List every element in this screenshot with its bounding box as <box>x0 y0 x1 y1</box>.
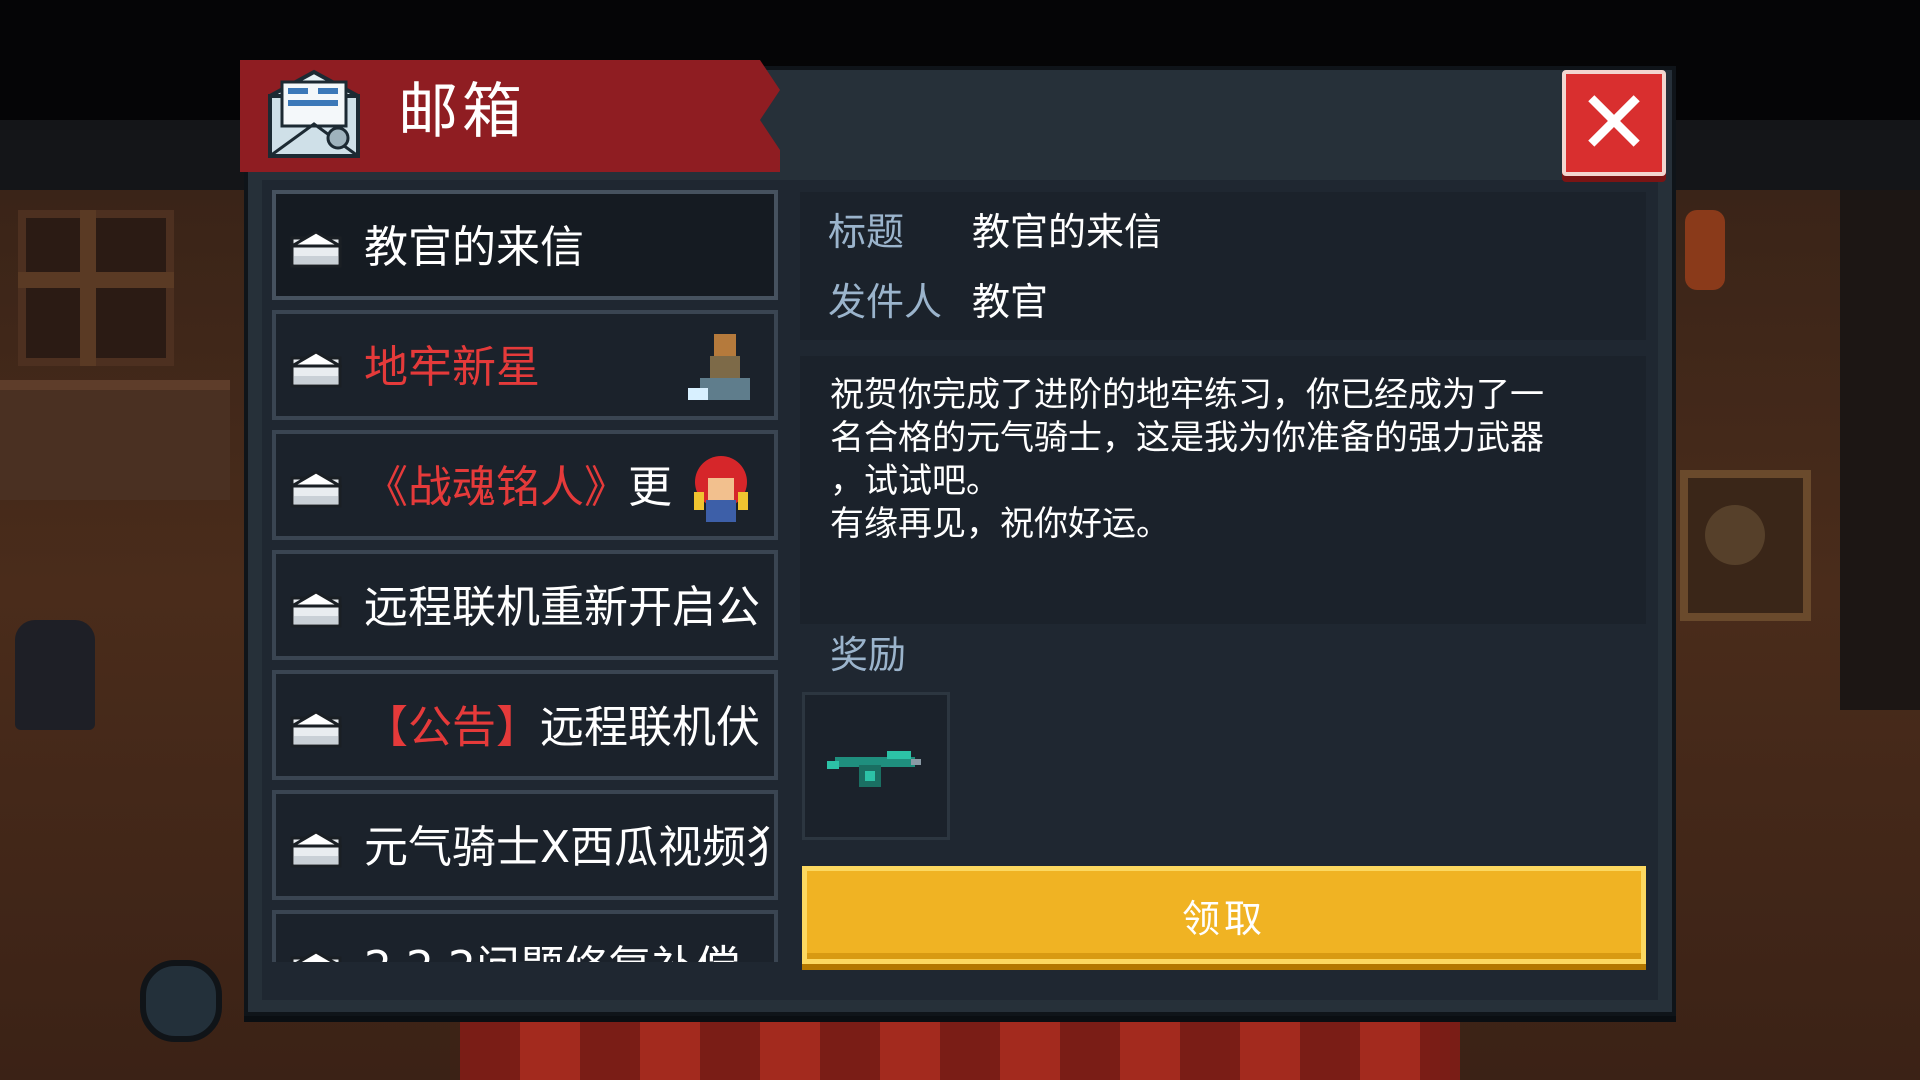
body-line: 有缘再见，祝你好运。 <box>830 504 1170 544</box>
mail-list-item-title: 元气骑士X西瓜视频犭 <box>364 818 778 878</box>
mail-title-segment: 2.2.2问题修复补偿 <box>364 942 740 962</box>
reward-slot[interactable] <box>802 692 950 840</box>
mail-title-segment: 【公告】 <box>364 702 540 753</box>
green-weapon-icon <box>827 751 921 787</box>
body-line: 名合格的元气骑士，这是我为你准备的强力武器 <box>830 418 1544 458</box>
mail-detail-header: 标题 教官的来信 发件人 教官 <box>800 192 1646 340</box>
mail-list-item[interactable]: 元气骑士X西瓜视频犭 <box>272 790 778 900</box>
mail-title-segment: 《战魂铭人》 <box>364 462 628 513</box>
character-sprite-icon <box>688 334 750 400</box>
subject-label: 标题 <box>828 210 905 254</box>
close-icon: ✕ <box>1577 71 1651 174</box>
mail-title-segment: 远程联机伏 <box>540 702 760 753</box>
mail-emblem-icon <box>268 69 360 158</box>
background-window-bar <box>80 210 96 366</box>
mail-list-item-title: 【公告】远程联机伏 <box>364 698 760 758</box>
envelope-icon <box>290 950 342 962</box>
envelope-icon <box>290 470 342 508</box>
subject-value: 教官的来信 <box>972 210 1163 254</box>
background-pillar <box>1840 190 1920 710</box>
claim-button[interactable]: 领取 <box>802 866 1646 964</box>
envelope-icon <box>290 710 342 748</box>
background-barrel <box>140 960 222 1042</box>
mail-list-item[interactable]: 《战魂铭人》更 <box>272 430 778 540</box>
mail-title-segment: 更 <box>628 462 672 513</box>
reward-label: 奖励 <box>830 633 907 677</box>
page-title: 邮箱 <box>398 77 526 147</box>
mail-title-segment: 元气骑士X西瓜视频犭 <box>364 822 778 873</box>
envelope-icon <box>290 230 342 268</box>
background-lantern <box>1685 210 1725 290</box>
mail-title-segment: 教官的来信 <box>364 222 584 273</box>
background-rug <box>460 1020 1460 1080</box>
mail-list-item-title: 2.2.2问题修复补偿 <box>364 938 740 962</box>
mail-list-item[interactable]: 远程联机重新开启公 <box>272 550 778 660</box>
envelope-icon <box>290 590 342 628</box>
sender-value: 教官 <box>972 280 1049 324</box>
body-line: ，试试吧。 <box>830 461 1000 501</box>
mail-list-item[interactable]: 2.2.2问题修复补偿 <box>272 910 778 962</box>
background-window <box>18 210 174 366</box>
envelope-icon <box>290 350 342 388</box>
mail-body: 祝贺你完成了进阶的地牢练习，你已经成为了一 名合格的元气骑士，这是我为你准备的强… <box>800 356 1646 624</box>
mail-list-item-title: 教官的来信 <box>364 218 584 278</box>
mail-body-text: 祝贺你完成了进阶的地牢练习，你已经成为了一 名合格的元气骑士，这是我为你准备的强… <box>830 374 1630 546</box>
sender-label: 发件人 <box>828 280 943 324</box>
background-window-bar <box>18 272 174 288</box>
background-shelf <box>0 380 230 500</box>
mail-title-segment: 地牢新星 <box>364 342 540 393</box>
mail-list-item-title: 地牢新星 <box>364 338 540 398</box>
body-line: 祝贺你完成了进阶的地牢练习，你已经成为了一 <box>830 375 1544 415</box>
mail-list[interactable]: 教官的来信 地牢新星 《战魂铭人》更 远程联机重新开启公 【公告】远程联机伏 元气骑士X西… <box>272 190 778 962</box>
background-picture <box>1705 505 1765 565</box>
background-character <box>15 620 95 730</box>
mail-title-segment: 远程联机重新开启公 <box>364 582 760 633</box>
claim-button-label: 领取 <box>1181 896 1266 941</box>
mail-list-item-title: 《战魂铭人》更 <box>364 458 672 518</box>
character-sprite-icon <box>694 456 748 522</box>
mail-list-item-title: 远程联机重新开启公 <box>364 578 760 638</box>
close-button[interactable]: ✕ <box>1562 70 1666 176</box>
envelope-icon <box>290 830 342 868</box>
mail-list-item[interactable]: 【公告】远程联机伏 <box>272 670 778 780</box>
mail-list-item[interactable]: 教官的来信 <box>272 190 778 300</box>
mail-list-item[interactable]: 地牢新星 <box>272 310 778 420</box>
